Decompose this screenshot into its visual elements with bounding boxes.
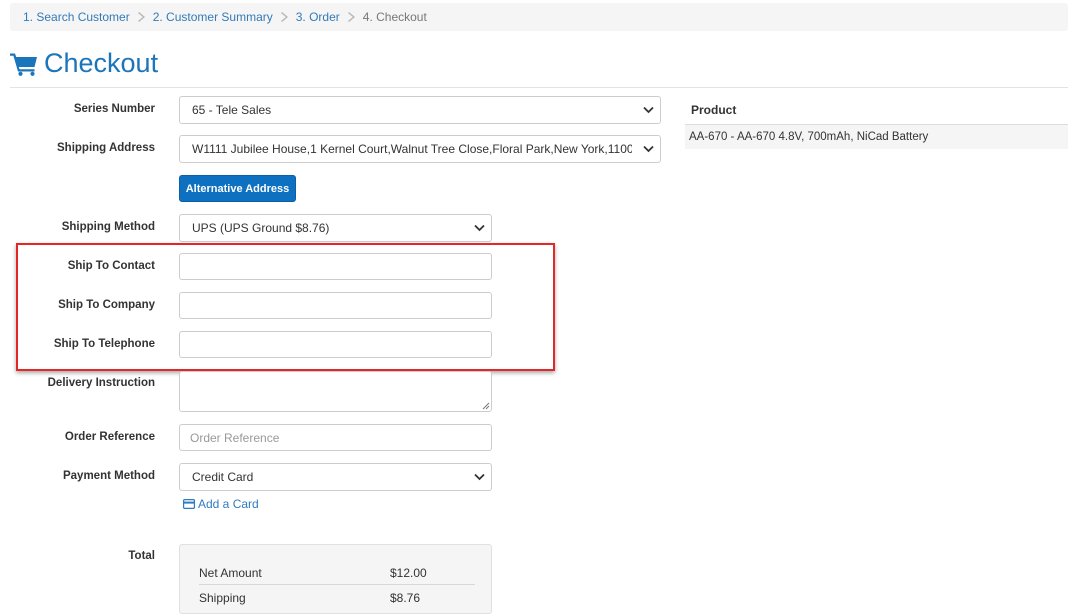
shipping-address-select[interactable]: W1111 Jubilee House,1 Kernel Court,Walnu… [179,135,661,163]
totals-divider [199,584,475,585]
product-header: Product [691,103,737,117]
chevron-down-icon [474,224,485,232]
shipping-address-label: Shipping Address [57,142,155,154]
breadcrumb-order[interactable]: 3. Order [296,10,340,24]
chevron-right-icon [280,12,289,22]
breadcrumb: 1. Search Customer 2. Customer Summary 3… [10,3,1068,31]
chevron-right-icon [137,12,146,22]
payment-method-value: Credit Card [192,470,254,484]
series-number-select[interactable]: 65 - Tele Sales [179,96,661,124]
shipping-address-value: W1111 Jubilee House,1 Kernel Court,Walnu… [192,142,632,156]
breadcrumb-customer-summary[interactable]: 2. Customer Summary [153,10,273,24]
breadcrumb-checkout: 4. Checkout [362,10,427,24]
chevron-down-icon [643,145,654,153]
delivery-instruction-textarea[interactable] [179,371,492,412]
alternative-address-button[interactable]: Alternative Address [179,175,296,202]
chevron-down-icon [474,473,485,481]
delivery-instruction-wrapper [179,371,492,412]
title-divider [10,87,1068,88]
order-reference-input[interactable] [179,424,492,451]
page-title-text: Checkout [44,48,159,78]
totals-row-amount: $12.00 [390,566,427,580]
totals-row-name: Shipping [199,591,246,605]
add-card-link[interactable]: Add a Card [183,497,259,511]
total-label: Total [128,550,155,562]
ship-to-fields-highlight [16,243,555,371]
payment-method-label: Payment Method [62,470,155,482]
totals-row-net: Net Amount $12.00 [199,566,475,580]
delivery-instruction-label: Delivery Instruction [47,377,155,389]
payment-method-select[interactable]: Credit Card [179,463,492,491]
order-reference-label: Order Reference [64,431,155,443]
totals-row-amount: $8.76 [390,591,421,605]
breadcrumb-search-customer[interactable]: 1. Search Customer [23,10,130,24]
product-row: AA-670 - AA-670 4.8V, 700mAh, NiCad Batt… [685,125,1068,149]
shipping-method-value: UPS (UPS Ground $8.76) [192,221,330,235]
shipping-method-select[interactable]: UPS (UPS Ground $8.76) [179,214,492,242]
chevron-down-icon [643,106,654,114]
resize-grip-icon[interactable] [482,402,490,410]
series-number-value: 65 - Tele Sales [192,103,272,117]
add-card-label: Add a Card [198,497,259,511]
shipping-method-label: Shipping Method [61,221,155,233]
totals-panel: Net Amount $12.00 Shipping $8.76 [179,544,492,614]
chevron-right-icon [347,12,356,22]
credit-card-icon [183,499,195,509]
totals-row-name: Net Amount [199,566,262,580]
page-title: Checkout [10,48,158,79]
series-number-label: Series Number [73,103,155,115]
totals-row-shipping: Shipping $8.76 [199,591,475,605]
shopping-cart-icon [10,53,37,76]
